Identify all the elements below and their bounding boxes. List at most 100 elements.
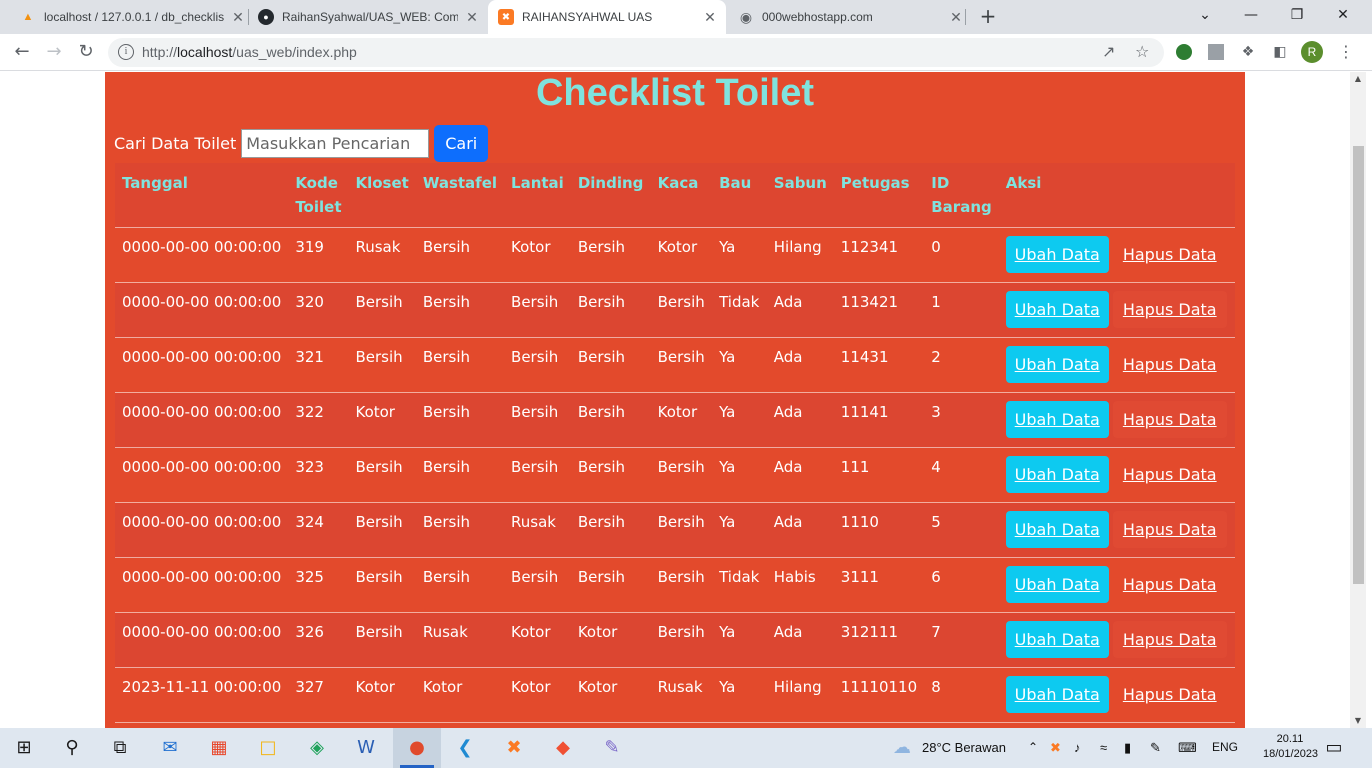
xampp-tray-icon[interactable]: ✖ (1050, 740, 1061, 756)
edit-data-button[interactable]: Ubah Data (1005, 401, 1109, 438)
edit-data-button[interactable]: Ubah Data (1005, 236, 1109, 273)
address-bar[interactable]: i http://localhost/uas_web/index.php ↗ ☆ (108, 38, 1164, 67)
speaker-icon[interactable]: ♪ (1074, 740, 1081, 755)
extensions-puzzle-icon[interactable]: ❖ (1238, 42, 1258, 62)
pen-icon[interactable]: ✎ (1150, 740, 1161, 756)
battery-icon[interactable]: ▮ (1124, 740, 1131, 756)
table-cell: Bersih (650, 447, 713, 503)
back-arrow-icon[interactable]: ← (10, 41, 34, 65)
side-panel-icon[interactable]: ◧ (1270, 42, 1290, 62)
table-cell: Ya (712, 447, 767, 503)
git-icon[interactable]: ◆ (549, 734, 577, 762)
table-cell: 322 (288, 392, 349, 448)
language-indicator[interactable]: ENG (1212, 740, 1238, 754)
edit-data-button[interactable]: Ubah Data (1005, 456, 1109, 493)
url-host: localhost (177, 44, 233, 60)
close-window-button[interactable]: ✕ (1320, 0, 1366, 34)
delete-data-button[interactable]: Hapus Data (1113, 566, 1227, 603)
profile-avatar[interactable]: R (1301, 41, 1323, 63)
minimize-button[interactable]: — (1228, 0, 1274, 34)
tab-github[interactable]: ● RaihanSyahwal/UAS_WEB: Comin ✕ (258, 0, 480, 34)
search-input[interactable] (241, 129, 430, 158)
tab-raihansyahwal-uas[interactable]: ✖ RAIHANSYAHWAL UAS ✕ (488, 0, 726, 34)
extension-app-icon[interactable] (1206, 42, 1226, 62)
table-cell: Bersih (570, 502, 651, 558)
show-hidden-icons-chevron-icon[interactable]: ⌃ (1028, 740, 1038, 754)
action-cell: Ubah Data Hapus Data (998, 667, 1235, 723)
share-icon[interactable]: ↗ (1102, 42, 1115, 61)
tab-000webhostapp[interactable]: ◉ 000webhostapp.com ✕ (738, 0, 964, 34)
task-view-icon[interactable]: ⧉ (106, 734, 134, 762)
word-icon[interactable]: W (352, 734, 380, 762)
store-icon[interactable]: ▦ (205, 734, 233, 762)
table-cell: Kotor (504, 612, 571, 668)
close-icon[interactable]: ✕ (948, 9, 964, 26)
delete-data-button[interactable]: Hapus Data (1112, 401, 1227, 438)
search-icon[interactable]: ⚲ (58, 734, 86, 762)
table-cell: 0000-00-00 00:00:00 (115, 447, 289, 503)
url-path: /uas_web/index.php (232, 44, 357, 60)
close-icon[interactable]: ✕ (230, 9, 246, 26)
edit-data-button[interactable]: Ubah Data (1005, 676, 1109, 713)
wifi-icon[interactable]: ≈ (1100, 740, 1107, 755)
tab-phpmyadmin[interactable]: ▲ localhost / 127.0.0.1 / db_checklis ✕ (20, 0, 246, 34)
notification-icon[interactable]: ▭ (1320, 734, 1348, 762)
mail-icon[interactable]: ✉ (156, 734, 184, 762)
action-cell: Ubah Data Hapus Data (998, 337, 1235, 393)
table-cell: Bersih (504, 447, 571, 503)
close-icon[interactable]: ✕ (464, 9, 480, 26)
edit-data-button[interactable]: Ubah Data (1005, 291, 1109, 328)
delete-data-button[interactable]: Hapus Data (1112, 621, 1227, 658)
column-header: Lantai (504, 163, 571, 228)
page-scrollbar[interactable]: ▲ ▼ (1350, 72, 1366, 728)
table-cell: Bersih (504, 557, 571, 613)
delete-data-button[interactable]: Hapus Data (1113, 346, 1227, 383)
action-cell: Ubah Data Hapus Data (998, 502, 1235, 558)
table-cell: Ada (766, 502, 834, 558)
edit-data-button[interactable]: Ubah Data (1005, 621, 1109, 658)
delete-data-button[interactable]: Hapus Data (1113, 676, 1227, 713)
menu-kebab-icon[interactable]: ⋮ (1336, 42, 1356, 62)
edit-data-button[interactable]: Ubah Data (1005, 566, 1109, 603)
table-cell: Bersih (415, 282, 505, 338)
table-cell: 323 (288, 447, 349, 503)
edit-data-button[interactable]: Ubah Data (1005, 511, 1109, 548)
url-text[interactable]: http://localhost/uas_web/index.php (142, 44, 357, 60)
scrollbar-thumb[interactable] (1353, 146, 1364, 584)
system-clock[interactable]: 20.11 18/01/2023 (1263, 732, 1318, 762)
edit-data-button[interactable]: Ubah Data (1005, 346, 1109, 383)
forward-arrow-icon[interactable]: → (42, 41, 66, 65)
restore-button[interactable]: ❐ (1274, 0, 1320, 34)
scroll-down-arrow-icon[interactable]: ▼ (1350, 714, 1366, 728)
bookmark-star-icon[interactable]: ☆ (1135, 42, 1149, 61)
column-header: ID Barang (924, 163, 999, 228)
page-title: Checklist Toilet (535, 72, 815, 114)
close-icon[interactable]: ✕ (702, 9, 718, 26)
site-info-icon[interactable]: i (118, 44, 134, 60)
delete-data-button[interactable]: Hapus Data (1112, 291, 1227, 328)
table-cell: Kotor (348, 667, 416, 723)
cloud-weather-icon[interactable]: ☁ (888, 734, 916, 762)
weather-text[interactable]: 28°C Berawan (922, 740, 1006, 755)
table-row: 0000-00-00 00:00:00 321 Bersih Bersih Bersih… (115, 337, 1235, 393)
scroll-up-arrow-icon[interactable]: ▲ (1350, 72, 1366, 86)
table-cell: Rusak (650, 667, 713, 723)
github-icon: ● (258, 9, 274, 25)
xampp-icon[interactable]: ✖ (500, 734, 528, 762)
search-button[interactable]: Cari (434, 125, 489, 162)
reload-icon[interactable]: ↻ (74, 41, 98, 65)
chrome-icon[interactable]: ● (403, 734, 431, 762)
file-explorer-icon[interactable]: □ (254, 734, 282, 762)
windows-start-icon[interactable]: ⊞ (10, 734, 38, 762)
edge-browser-icon[interactable]: ◈ (303, 734, 331, 762)
vscode-icon[interactable]: ❮ (451, 734, 479, 762)
keyboard-icon[interactable]: ⌨ (1178, 740, 1197, 756)
browser-tab-strip: ▲ localhost / 127.0.0.1 / db_checklis ✕ … (0, 0, 1372, 34)
new-tab-button[interactable]: + (977, 6, 999, 28)
paint-icon[interactable]: ✎ (598, 734, 626, 762)
delete-data-button[interactable]: Hapus Data (1113, 456, 1227, 493)
delete-data-button[interactable]: Hapus Data (1112, 511, 1227, 548)
tab-search-button[interactable]: ⌄ (1182, 0, 1228, 34)
delete-data-button[interactable]: Hapus Data (1113, 236, 1227, 273)
extension-globe-icon[interactable] (1174, 42, 1194, 62)
